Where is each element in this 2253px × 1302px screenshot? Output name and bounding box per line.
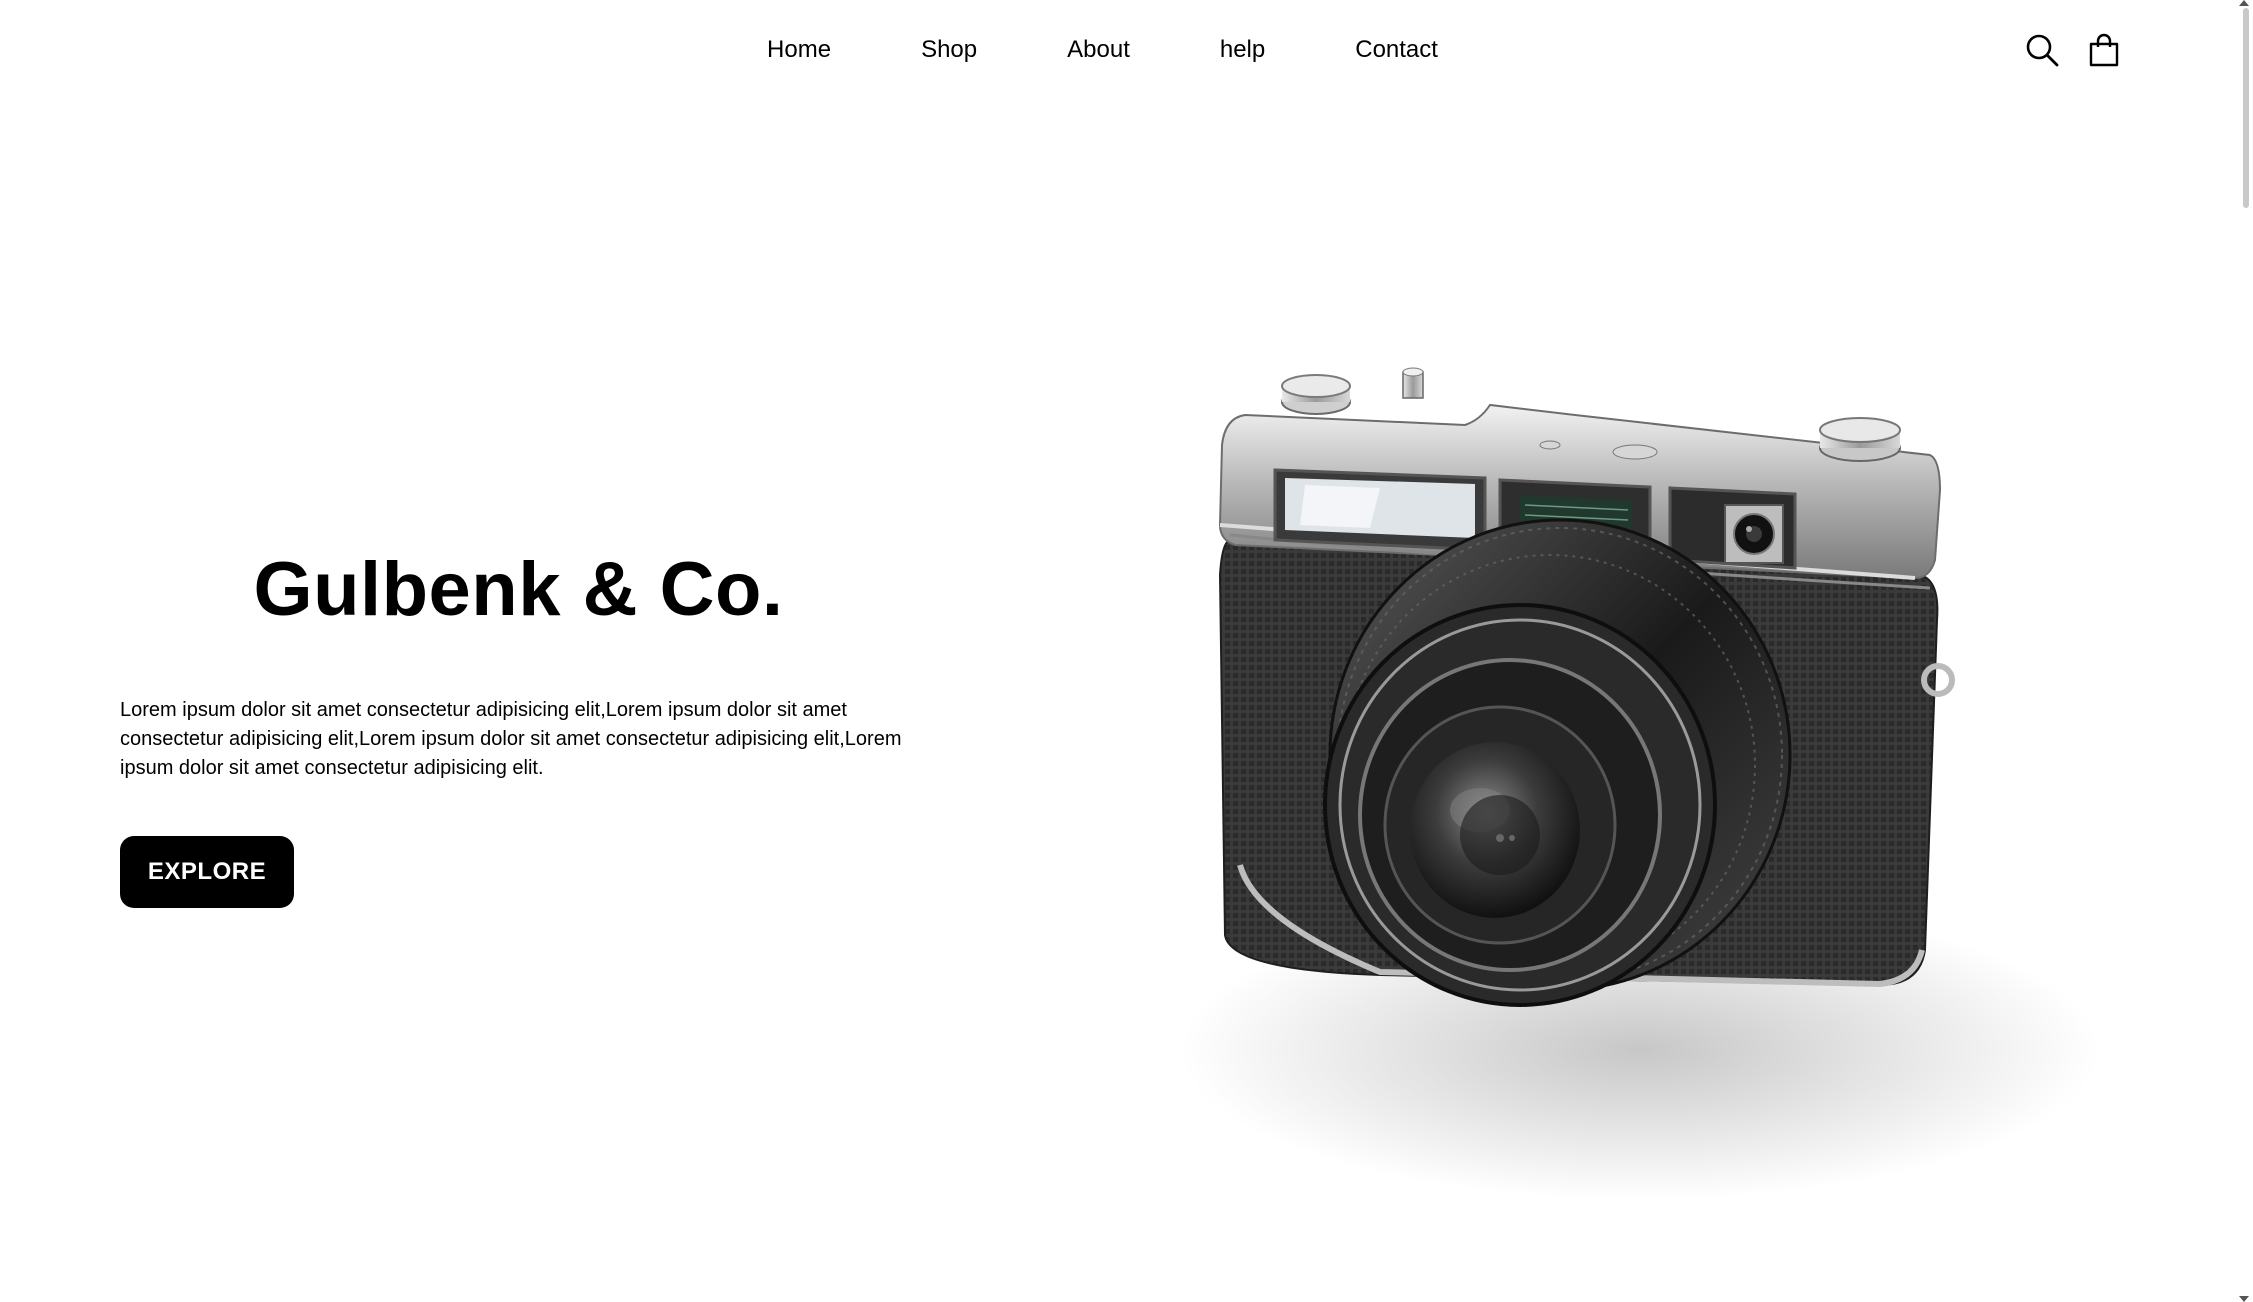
nav-icons [2025, 30, 2121, 70]
explore-button[interactable]: EXPLORE [120, 836, 294, 908]
landing-page: Home Shop About help Contact Gulbenk & C… [0, 0, 2253, 1302]
scroll-up-arrow[interactable] [2239, 0, 2249, 6]
nav-link-shop[interactable]: Shop [876, 30, 1022, 70]
hero-description: Lorem ipsum dolor sit amet consectetur a… [120, 699, 902, 779]
nav-link-contact[interactable]: Contact [1310, 30, 1483, 70]
shopping-bag-icon[interactable] [2087, 33, 2121, 67]
scroll-down-arrow[interactable] [2239, 1296, 2249, 1302]
nav-link-about[interactable]: About [1022, 30, 1175, 70]
search-icon[interactable] [2025, 33, 2059, 67]
window-scrollbar[interactable] [2235, 0, 2253, 1302]
nav-link-help[interactable]: help [1175, 30, 1310, 70]
scrollbar-thumb[interactable] [2243, 8, 2249, 208]
camera-illustration [1180, 367, 2100, 1200]
nav-links: Home Shop About help Contact [722, 30, 1483, 70]
hero-title: Gulbenk & Co. [253, 547, 784, 632]
camera-image [1080, 360, 2100, 1260]
top-navigation: Home Shop About help Contact [0, 30, 2253, 70]
nav-link-home[interactable]: Home [722, 30, 876, 70]
